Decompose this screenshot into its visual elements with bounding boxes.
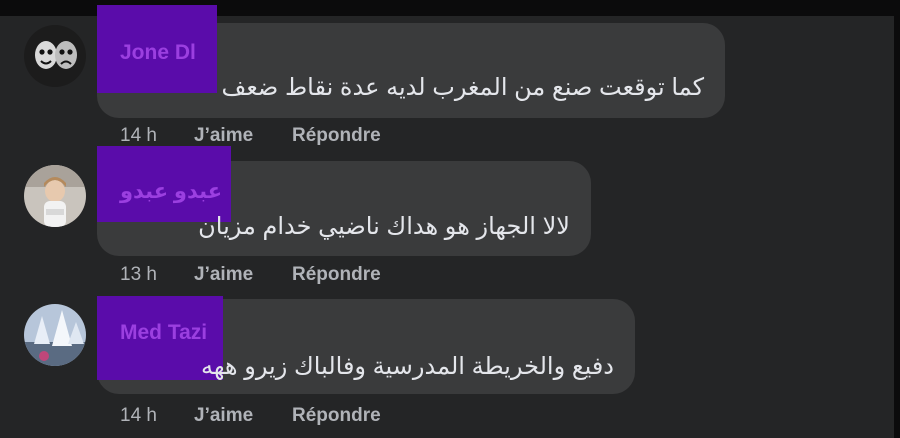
comment-text: لالا الجهاز هو هداك ناضيي خدام مزيان (198, 213, 570, 240)
avatar[interactable] (24, 165, 86, 227)
winter-tree-avatar-icon (24, 304, 86, 366)
comment-author[interactable]: Med Tazi (120, 320, 207, 346)
avatar[interactable] (24, 25, 86, 87)
child-photo-avatar-icon (24, 165, 86, 227)
comment-text: دفيع والخريطة المدرسية وفالباك زيرو ههه (200, 353, 614, 380)
comment-item: Med Tazi دفيع والخريطة المدرسية وفالباك … (0, 280, 900, 438)
comment-item: Jone Dl كما توقعت صنع من المغرب لديه عدة… (0, 0, 900, 160)
comment-text: كما توقعت صنع من المغرب لديه عدة نقاط ضع… (221, 74, 704, 101)
comment-item: عبدو عبدو لالا الجهاز هو هداك ناضيي خدام… (0, 140, 900, 300)
avatar[interactable] (24, 304, 86, 366)
reply-button[interactable]: Répondre (292, 404, 381, 428)
comment-author[interactable]: Jone Dl (120, 40, 196, 66)
comment-timestamp[interactable]: 14 h (120, 404, 157, 428)
masks-avatar-icon (24, 25, 86, 87)
comment-author[interactable]: عبدو عبدو (120, 179, 222, 205)
like-button[interactable]: J’aime (194, 404, 253, 428)
